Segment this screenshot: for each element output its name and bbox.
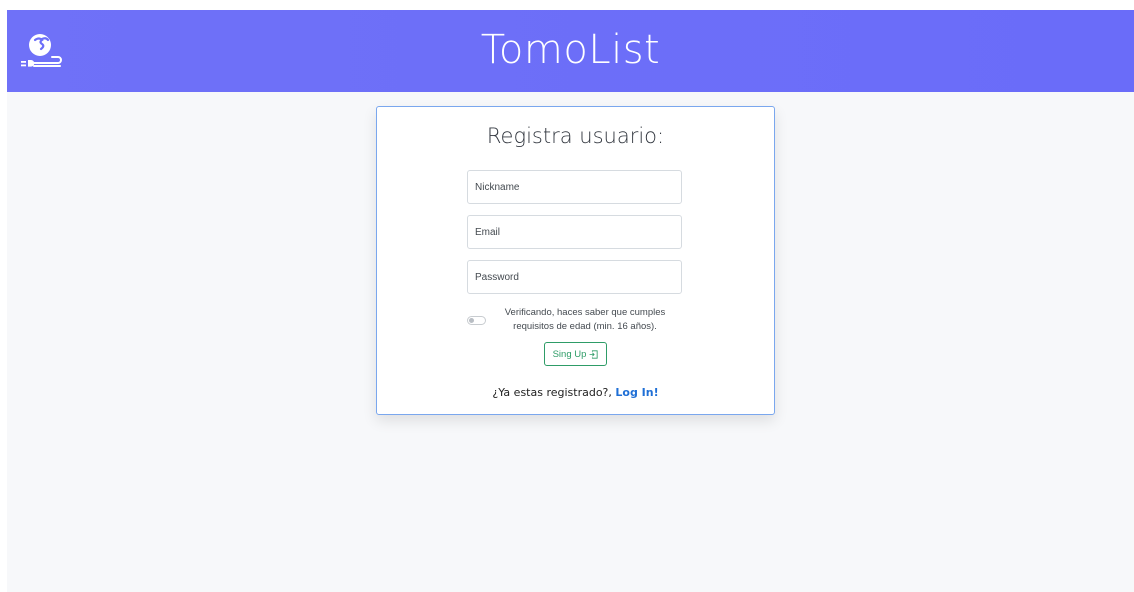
toggle-knob [469, 318, 474, 323]
email-input[interactable] [467, 215, 682, 249]
login-prompt: ¿Ya estas registrado?, Log In! [377, 386, 774, 399]
register-card: Registra usuario: Verificando, haces sab… [376, 106, 775, 415]
page-frame: TomoList Registra usuario: Verificando, … [7, 10, 1134, 592]
box-arrow-in-right-icon [589, 349, 598, 359]
signup-button-label: Sing Up [552, 348, 587, 360]
navbar: TomoList [7, 10, 1134, 92]
login-link[interactable]: Log In! [615, 386, 658, 399]
age-verification-label: Verificando, haces saber que cumples req… [504, 307, 666, 332]
login-prompt-text: ¿Ya estas registrado?, [492, 386, 616, 399]
brand-title: TomoList [480, 27, 661, 73]
register-title: Registra usuario: [486, 124, 665, 148]
nickname-input[interactable] [467, 170, 682, 204]
password-input[interactable] [467, 260, 682, 294]
signup-button[interactable]: Sing Up [544, 342, 607, 366]
age-verification-toggle[interactable] [467, 316, 486, 325]
